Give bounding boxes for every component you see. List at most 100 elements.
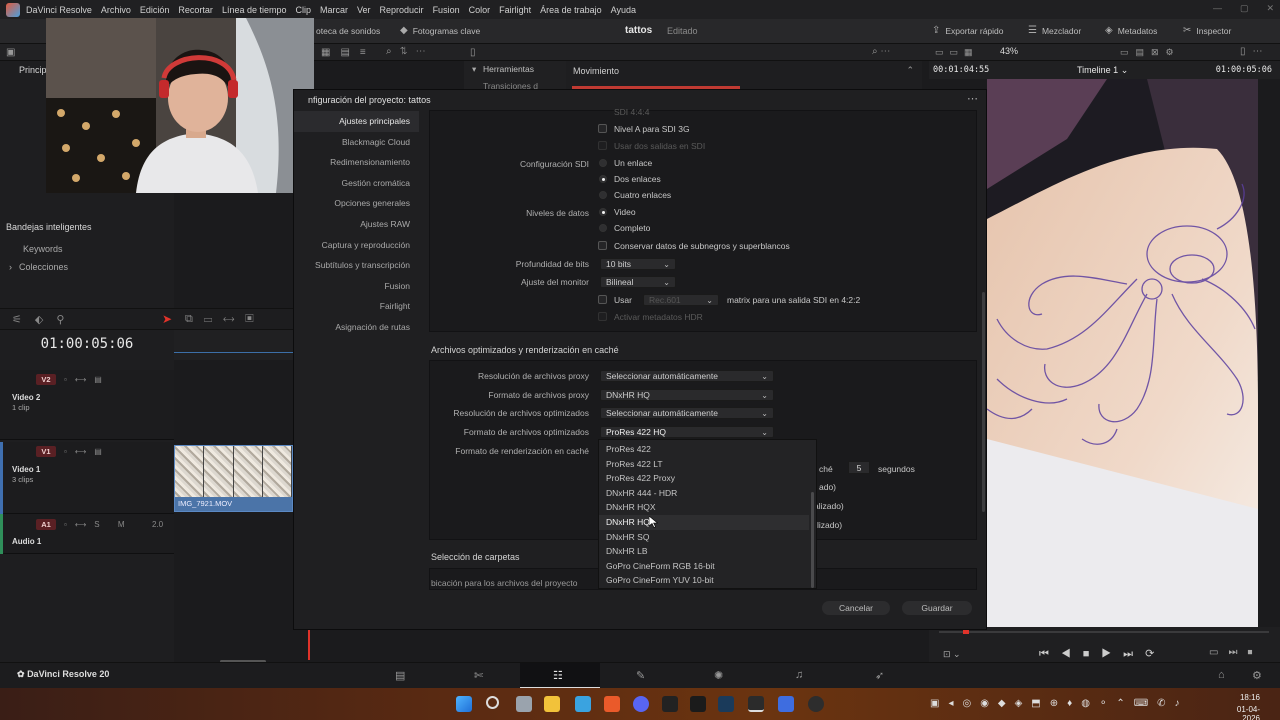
edit-page-tab-active[interactable]: ☷ — [520, 663, 600, 689]
minimize-icon[interactable]: — — [1213, 3, 1222, 14]
quick-export-button[interactable]: ⇪ Exportar rápido — [932, 26, 1004, 37]
app-icon[interactable] — [690, 696, 706, 712]
collapse-icon[interactable]: ▾ — [472, 64, 476, 75]
preserve-checkbox[interactable] — [598, 241, 607, 250]
selection-pointer-icon[interactable]: ➤ — [162, 312, 172, 326]
bin-item-collections[interactable]: › Colecciones — [0, 262, 174, 272]
save-button[interactable]: Guardar — [902, 601, 972, 615]
data-levels-radio[interactable] — [599, 224, 607, 232]
dropdown-option[interactable]: ProRes 422 LT — [599, 457, 809, 472]
audio-control-icons[interactable]: ▫⟷S M — [64, 520, 133, 529]
app-blue-icon[interactable] — [778, 696, 794, 712]
split-view-icon[interactable]: ▯ — [470, 47, 476, 58]
dropdown-option[interactable]: DNxHR SQ — [599, 530, 809, 545]
timeline-ruler[interactable] — [174, 330, 293, 360]
menu-item[interactable]: Área de trabajo — [540, 5, 602, 15]
media-page-icon[interactable]: ▤ — [395, 669, 405, 682]
timeline-tool-icons[interactable]: ⚟⬖⚲ — [12, 313, 77, 326]
menu-item[interactable]: Archivo — [101, 5, 131, 15]
viewer-options-icons[interactable]: ▭▤⊠⚙ — [1120, 47, 1181, 58]
track-video-1[interactable]: V1 ▫⟷▤ Video 1 3 clips — [0, 442, 174, 514]
mixer-button[interactable]: ☰ Mezclador — [1028, 26, 1081, 37]
file-explorer-icon[interactable] — [544, 696, 560, 712]
dialog-scrollbar[interactable] — [982, 292, 985, 512]
menu-item[interactable]: Marcar — [320, 5, 348, 15]
davinci-taskbar-icon[interactable] — [748, 696, 764, 712]
widgets-icon[interactable] — [575, 696, 591, 712]
nav-main-settings[interactable]: Ajustes principales — [294, 111, 419, 132]
level-a-checkbox[interactable] — [598, 124, 607, 133]
sdi-config-radio[interactable] — [599, 159, 607, 167]
color-page-icon[interactable]: ✺ — [714, 669, 723, 682]
dual-outputs-checkbox[interactable] — [598, 141, 607, 150]
dropdown-option-highlighted[interactable]: DNxHR HQ — [599, 515, 809, 530]
track-control-icons[interactable]: ▫⟷▤ — [64, 375, 110, 384]
nav-subtitles[interactable]: Subtítulos y transcripción — [294, 255, 419, 276]
viewer-layout-icons[interactable]: ▭▭▦ — [935, 47, 979, 58]
dropdown-option[interactable]: DNxHR HQX — [599, 500, 809, 515]
dropdown-option[interactable]: ProRes 422 Proxy — [599, 471, 809, 486]
viewer-extra-icons[interactable]: ▭⏭⏹ — [1209, 647, 1262, 658]
fullscreen-icon[interactable]: ▯⋯ — [1240, 46, 1270, 57]
fusion-page-icon[interactable]: ✎ — [636, 669, 645, 682]
menu-item[interactable]: Línea de tiempo — [222, 5, 287, 15]
epic-games-icon[interactable] — [662, 696, 678, 712]
menu-item[interactable]: Reproducir — [380, 5, 424, 15]
track-audio-1[interactable]: A1 ▫⟷S M 2.0 Audio 1 — [0, 514, 174, 554]
menu-item[interactable]: Edición — [140, 5, 170, 15]
steam-icon[interactable] — [718, 696, 734, 712]
monitor-scale-select[interactable]: Bilineal ⌄ — [600, 276, 676, 288]
nav-raw-settings[interactable]: Ajustes RAW — [294, 214, 419, 235]
nav-blackmagic-cloud[interactable]: Blackmagic Cloud — [294, 132, 419, 153]
nav-resizing[interactable]: Redimensionamiento — [294, 152, 419, 173]
viewer-search-icon[interactable]: ⌕ ⋯ — [872, 46, 890, 57]
edit-tool-icons[interactable]: ⧉▭⟷▣ — [185, 313, 265, 326]
menu-item[interactable]: Fusion — [433, 5, 460, 15]
sdi-config-radio-selected[interactable] — [599, 175, 607, 183]
track-control-icons[interactable]: ▫⟷▤ — [64, 447, 110, 456]
windows-start-icon[interactable] — [456, 696, 472, 712]
use-matrix-checkbox[interactable] — [598, 295, 607, 304]
metadata-button[interactable]: ◈ Metadatos — [1105, 26, 1157, 37]
panel-toggle-icon[interactable]: ▣ — [6, 47, 15, 58]
menu-item[interactable]: Fairlight — [499, 5, 531, 15]
nav-fairlight[interactable]: Fairlight — [294, 296, 419, 317]
menu-item[interactable]: Ayuda — [611, 5, 636, 15]
nav-routing[interactable]: Asignación de rutas — [294, 317, 419, 338]
proxy-format-select[interactable]: DNxHR HQ ⌄ — [600, 389, 774, 401]
search-icon[interactable]: ⌕⇅⋯ — [386, 46, 434, 57]
fairlight-page-icon[interactable]: ♫ — [795, 669, 803, 681]
brave-browser-icon[interactable] — [604, 696, 620, 712]
track-badge[interactable]: V1 — [36, 446, 56, 457]
bit-depth-select[interactable]: 10 bits ⌄ — [600, 258, 676, 270]
dropdown-option[interactable]: DNxHR 444 - HDR — [599, 486, 809, 501]
cache-seconds-input[interactable]: 5 — [848, 461, 870, 474]
close-icon[interactable]: ✕ — [1266, 3, 1274, 14]
menu-item[interactable]: DaVinci Resolve — [26, 5, 92, 15]
menu-item[interactable]: Recortar — [178, 5, 213, 15]
optimized-resolution-select[interactable]: Seleccionar automáticamente ⌄ — [600, 407, 774, 419]
cut-page-icon[interactable]: ✄ — [474, 669, 483, 682]
scrubber-bar[interactable] — [939, 631, 1269, 633]
video-viewer[interactable] — [987, 79, 1258, 627]
track-badge[interactable]: V2 — [36, 374, 56, 385]
obs-icon[interactable] — [808, 696, 824, 712]
nav-general-options[interactable]: Opciones generales — [294, 193, 419, 214]
nav-fusion[interactable]: Fusion — [294, 276, 419, 297]
clock[interactable]: 18:16 01-04-2026 — [1220, 693, 1260, 720]
view-mode-icons[interactable]: ▦▤≡ — [321, 47, 376, 58]
nav-capture-playback[interactable]: Captura y reproducción — [294, 235, 419, 256]
taskbar-search-icon[interactable] — [486, 696, 499, 709]
dropdown-option[interactable]: GoPro CineForm YUV 10-bit — [599, 573, 809, 588]
dropdown-option[interactable]: GoPro CineForm RGB 16-bit — [599, 559, 809, 574]
nav-color-management[interactable]: Gestión cromática — [294, 173, 419, 194]
dropdown-scrollbar[interactable] — [811, 492, 814, 588]
more-options-icon[interactable]: ⋯ — [967, 92, 978, 105]
timeline-clip[interactable]: IMG_7921.MOV — [174, 445, 293, 512]
proxy-resolution-select[interactable]: Seleccionar automáticamente ⌄ — [600, 370, 774, 382]
zoom-level[interactable]: 43% — [1000, 46, 1018, 56]
menu-item[interactable]: Ver — [357, 5, 371, 15]
cancel-button[interactable]: Cancelar — [822, 601, 890, 615]
keyframes-button[interactable]: ◆ Fotogramas clave — [400, 26, 480, 37]
sdi-config-radio[interactable] — [599, 191, 607, 199]
